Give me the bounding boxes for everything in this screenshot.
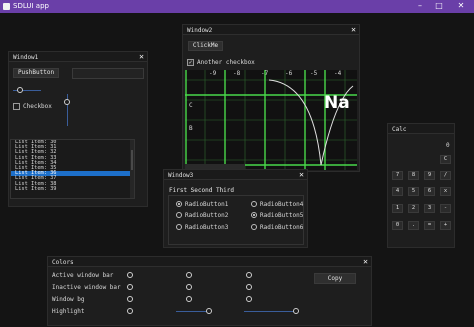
calc-key[interactable]: 1 bbox=[392, 204, 403, 213]
colors-window: Colors ✕ Active window bar Inactive wind… bbox=[47, 256, 372, 326]
graph-big-text: Na bbox=[324, 93, 350, 113]
highlight-slider-track[interactable] bbox=[244, 311, 294, 312]
text-input[interactable] bbox=[72, 68, 144, 79]
calc-key[interactable]: . bbox=[408, 221, 419, 230]
ruler-tick: -6 bbox=[285, 70, 293, 77]
window3: Window3 ✕ First Second Third RadioButton… bbox=[163, 169, 308, 248]
color-slider-knob[interactable] bbox=[127, 308, 133, 314]
window2-header[interactable]: Window2 ✕ bbox=[183, 25, 359, 35]
radio-button-4[interactable] bbox=[251, 201, 257, 207]
color-slider-knob[interactable] bbox=[246, 272, 252, 278]
color-slider-knob[interactable] bbox=[206, 308, 212, 314]
window1-title: Window1 bbox=[13, 54, 39, 61]
color-slider-knob[interactable] bbox=[127, 296, 133, 302]
calc-key[interactable]: 0 bbox=[392, 221, 403, 230]
calc-key[interactable]: 5 bbox=[408, 187, 419, 196]
color-slider-knob[interactable] bbox=[186, 272, 192, 278]
calc-clear-button[interactable]: C bbox=[440, 155, 451, 164]
color-slider-knob[interactable] bbox=[246, 296, 252, 302]
color-slider-knob[interactable] bbox=[293, 308, 299, 314]
radio-button-6[interactable] bbox=[251, 224, 257, 230]
calc-key[interactable]: + bbox=[440, 221, 451, 230]
list-item[interactable]: List Item: 39 bbox=[11, 186, 134, 192]
radio-label: RadioButton6 bbox=[260, 224, 304, 231]
radio-label: RadioButton4 bbox=[260, 201, 304, 208]
calc-window: Calc 0 C 7 8 9 / 4 5 6 x 1 2 3 - 0 . = + bbox=[387, 123, 455, 248]
color-slider-knob[interactable] bbox=[186, 296, 192, 302]
calc-key[interactable]: 2 bbox=[408, 204, 419, 213]
app-canvas: Window1 ✕ PushButton Checkbox List Item:… bbox=[0, 13, 474, 327]
color-row-label: Window bg bbox=[52, 296, 85, 303]
calc-key[interactable]: 7 bbox=[392, 171, 403, 180]
calc-key[interactable]: 8 bbox=[408, 171, 419, 180]
ruler-tick: -8 bbox=[233, 70, 241, 77]
radio-button-2[interactable] bbox=[176, 212, 182, 218]
graph-canvas[interactable] bbox=[185, 70, 357, 170]
window3-title: Window3 bbox=[168, 172, 194, 179]
color-row-label: Active window bar bbox=[52, 272, 114, 279]
radio-label: RadioButton3 bbox=[185, 224, 229, 231]
vertical-slider-knob[interactable] bbox=[64, 99, 70, 105]
minimize-button[interactable]: – bbox=[414, 1, 426, 11]
calc-header[interactable]: Calc bbox=[388, 124, 454, 134]
app-title: SDLUI app bbox=[13, 2, 49, 10]
window2: Window2 ✕ ClickMe ✓ Another checkbox -9 … bbox=[182, 24, 360, 172]
close-app-button[interactable]: ✕ bbox=[455, 1, 467, 11]
radio-label: RadioButton1 bbox=[185, 201, 229, 208]
list-scrollbar[interactable] bbox=[130, 140, 134, 198]
ruler-tick: -5 bbox=[310, 70, 318, 77]
window1-close-icon[interactable]: ✕ bbox=[139, 52, 144, 62]
calc-key[interactable]: 3 bbox=[424, 204, 435, 213]
color-slider-knob[interactable] bbox=[186, 284, 192, 290]
another-checkbox[interactable]: ✓ bbox=[187, 59, 194, 66]
window3-header[interactable]: Window3 ✕ bbox=[164, 170, 307, 180]
ruler-tick: -7 bbox=[261, 70, 269, 77]
colors-close-icon[interactable]: ✕ bbox=[363, 257, 368, 267]
app-titlebar: SDLUI app – □ ✕ bbox=[0, 0, 474, 13]
radio-label: RadioButton2 bbox=[185, 212, 229, 219]
copy-button[interactable]: Copy bbox=[314, 273, 356, 284]
window2-close-icon[interactable]: ✕ bbox=[351, 25, 356, 35]
color-row-label: Highlight bbox=[52, 308, 85, 315]
list-box[interactable]: List Item: 30 List Item: 31 List Item: 3… bbox=[10, 139, 135, 199]
color-slider-knob[interactable] bbox=[127, 284, 133, 290]
tab-panel: RadioButton1 RadioButton2 RadioButton3 R… bbox=[168, 195, 304, 245]
row-label: B bbox=[189, 125, 193, 132]
horizontal-slider-knob[interactable] bbox=[17, 87, 23, 93]
highlight-slider-track[interactable] bbox=[176, 311, 208, 312]
window1-checkbox-label: Checkbox bbox=[23, 103, 52, 110]
radio-button-1[interactable] bbox=[176, 201, 182, 207]
radio-label: RadioButton5 bbox=[260, 212, 304, 219]
calc-title: Calc bbox=[392, 126, 407, 133]
window1-checkbox[interactable] bbox=[13, 103, 20, 110]
colors-title: Colors bbox=[52, 259, 74, 266]
calc-display: 0 bbox=[446, 142, 450, 149]
list-scrollbar-thumb[interactable] bbox=[131, 150, 133, 170]
window3-close-icon[interactable]: ✕ bbox=[299, 170, 304, 180]
calc-key[interactable]: / bbox=[440, 171, 451, 180]
maximize-button[interactable]: □ bbox=[433, 1, 445, 11]
color-slider-knob[interactable] bbox=[246, 284, 252, 290]
row-label: C bbox=[189, 102, 193, 109]
color-row-label: Inactive window bar bbox=[52, 284, 121, 291]
app-icon bbox=[3, 3, 10, 10]
window2-title: Window2 bbox=[187, 27, 213, 34]
ruler-tick: -9 bbox=[209, 70, 217, 77]
another-checkbox-label: Another checkbox bbox=[197, 59, 255, 66]
calc-key[interactable]: - bbox=[440, 204, 451, 213]
window1-header[interactable]: Window1 ✕ bbox=[9, 52, 147, 62]
color-slider-knob[interactable] bbox=[127, 272, 133, 278]
calc-key[interactable]: 4 bbox=[392, 187, 403, 196]
colors-header[interactable]: Colors ✕ bbox=[48, 257, 371, 267]
ruler-tick: -4 bbox=[334, 70, 342, 77]
clickme-button[interactable]: ClickMe bbox=[188, 41, 223, 51]
calc-key[interactable]: 6 bbox=[424, 187, 435, 196]
radio-button-5[interactable] bbox=[251, 212, 257, 218]
radio-button-3[interactable] bbox=[176, 224, 182, 230]
tab-bar[interactable]: First Second Third bbox=[169, 187, 234, 194]
calc-key[interactable]: = bbox=[424, 221, 435, 230]
calc-key[interactable]: x bbox=[440, 187, 451, 196]
calc-key[interactable]: 9 bbox=[424, 171, 435, 180]
push-button[interactable]: PushButton bbox=[13, 68, 59, 78]
